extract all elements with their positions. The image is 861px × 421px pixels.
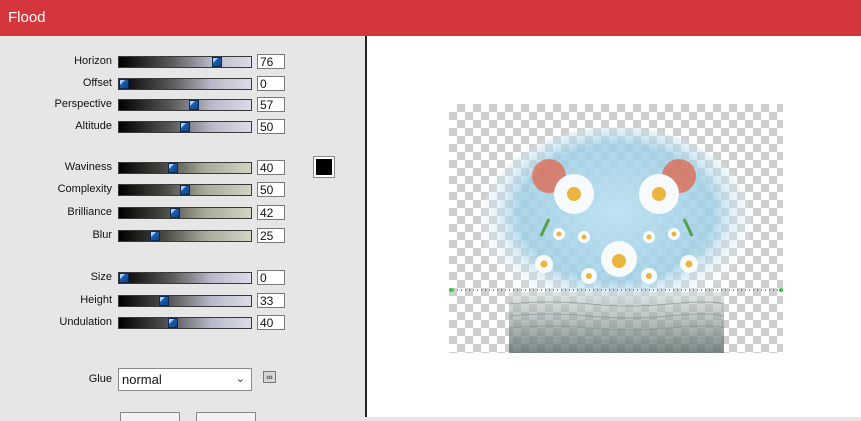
param-label: Complexity [57, 183, 112, 195]
perspective-value-input[interactable]: 57 [257, 97, 285, 112]
param-label: Blur [92, 229, 112, 241]
height-value-input[interactable]: 33 [257, 293, 285, 308]
horizon-handle-left [449, 288, 453, 292]
waviness-value-input[interactable]: 40 [257, 160, 285, 175]
window-title: Flood [0, 0, 861, 36]
param-label: Brilliance [67, 206, 112, 218]
param-label: Size [90, 271, 112, 283]
undulation-value-input[interactable]: 40 [257, 315, 285, 330]
link-icon[interactable]: ∞ [263, 371, 276, 383]
slider-thumb[interactable] [119, 273, 129, 283]
settings-panel: Horizon 76 Offset 0 Perspective 57 Altit… [0, 36, 365, 421]
slider-thumb[interactable] [167, 163, 178, 173]
horizon-value-input[interactable]: 76 [257, 54, 285, 69]
slider-thumb[interactable] [149, 231, 160, 241]
size-value-input[interactable]: 0 [257, 270, 285, 285]
blur-value-input[interactable]: 25 [257, 228, 285, 243]
param-label: Altitude [75, 120, 112, 132]
horizon-handle-right [779, 288, 783, 292]
param-label: Undulation [59, 316, 112, 328]
brilliance-slider[interactable] [118, 207, 252, 219]
complexity-value-input[interactable]: 50 [257, 182, 285, 197]
color-fill [316, 159, 332, 175]
horizon-slider[interactable] [118, 56, 252, 68]
slider-thumb[interactable] [180, 122, 190, 132]
complexity-slider[interactable] [118, 184, 252, 196]
slider-thumb[interactable] [170, 208, 181, 218]
slider-thumb[interactable] [188, 100, 199, 110]
undulation-slider[interactable] [118, 317, 252, 329]
flood-preview-image [449, 127, 783, 353]
altitude-slider[interactable] [118, 121, 252, 133]
chevron-down-icon: ⌄ [235, 373, 245, 385]
param-label: Height [80, 294, 112, 306]
offset-value-input[interactable]: 0 [257, 76, 285, 91]
preview-canvas [449, 104, 783, 353]
slider-thumb[interactable] [211, 57, 222, 67]
param-label: Offset [82, 77, 112, 89]
waviness-slider[interactable] [118, 162, 252, 174]
param-label: Horizon [74, 55, 112, 67]
brilliance-value-input[interactable]: 42 [257, 205, 285, 220]
flood-color-swatch[interactable] [313, 156, 335, 178]
slider-thumb[interactable] [167, 318, 178, 328]
offset-slider[interactable] [118, 78, 252, 90]
perspective-slider[interactable] [118, 99, 252, 111]
slider-thumb[interactable] [180, 185, 190, 195]
preview-pane [365, 36, 861, 417]
size-slider[interactable] [118, 272, 252, 284]
param-label: Perspective [54, 98, 112, 110]
glue-label: Glue [88, 373, 112, 385]
slider-thumb[interactable] [119, 79, 129, 89]
slider-thumb[interactable] [159, 296, 170, 306]
glue-dropdown[interactable]: normal ⌄ [118, 368, 252, 391]
blur-slider[interactable] [118, 230, 252, 242]
altitude-value-input[interactable]: 50 [257, 119, 285, 134]
param-label: Waviness [64, 161, 112, 173]
height-slider[interactable] [118, 295, 252, 307]
glue-selected-value: normal [122, 372, 162, 387]
